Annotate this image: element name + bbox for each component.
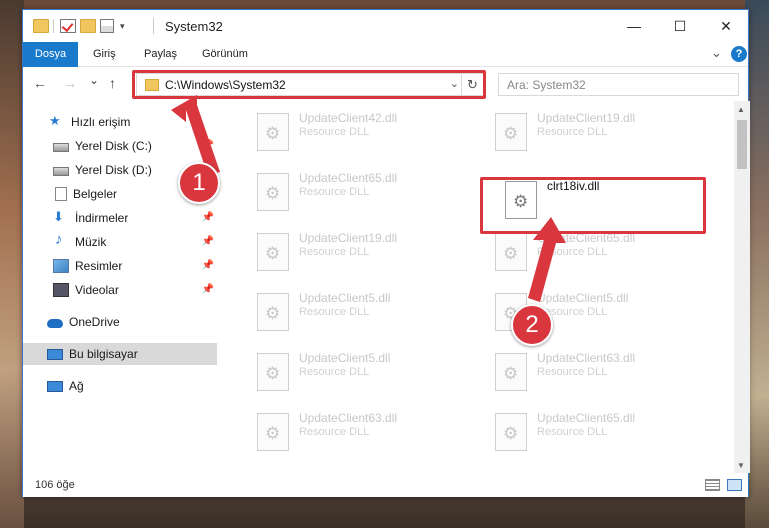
step-1-badge: 1 <box>178 162 220 204</box>
step-2-badge: 2 <box>511 304 553 346</box>
arrow-to-file <box>528 217 566 302</box>
annotation-arrows <box>171 95 566 302</box>
